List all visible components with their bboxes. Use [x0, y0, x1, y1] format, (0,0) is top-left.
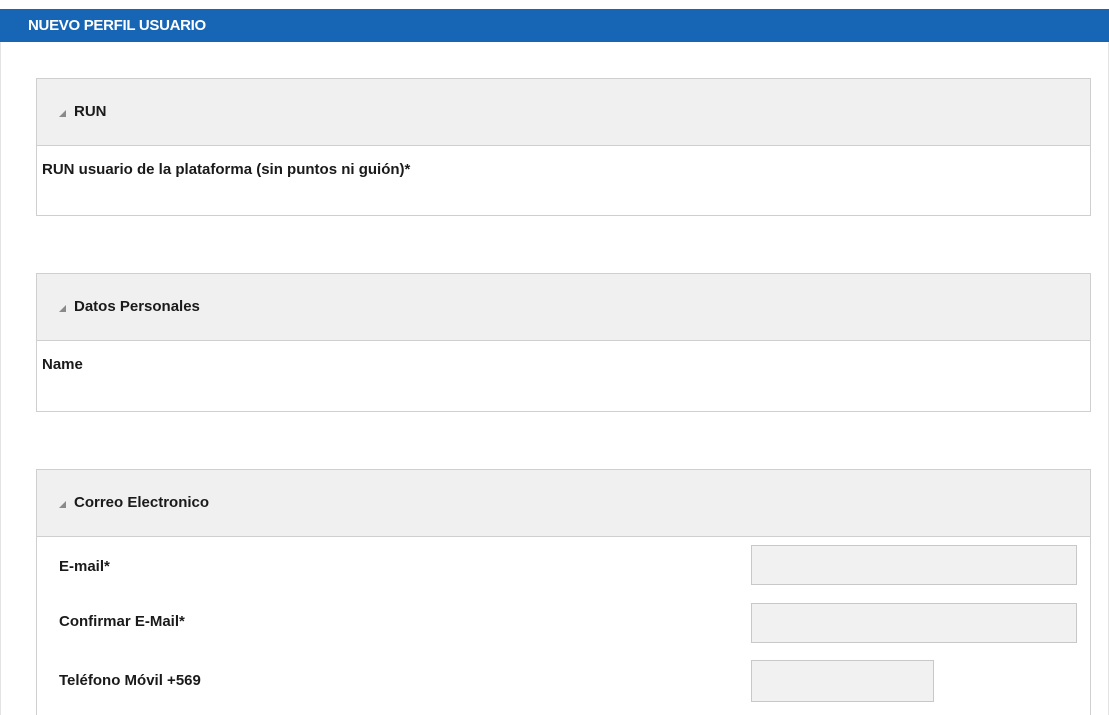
confirm-email-label: Confirmar E-Mail*: [59, 613, 185, 630]
collapse-triangle-icon: [59, 304, 66, 312]
run-field-label: RUN usuario de la plataforma (sin puntos…: [42, 161, 411, 178]
mobile-phone-field[interactable]: [751, 660, 934, 702]
collapse-triangle-icon: [59, 109, 66, 117]
section-correo-electronico-header[interactable]: Correo Electronico: [37, 470, 1090, 537]
section-datos-personales-title-text: Datos Personales: [74, 298, 200, 315]
email-label: E-mail*: [59, 558, 110, 575]
collapse-triangle-icon: [59, 500, 66, 508]
section-correo-electronico-title: Correo Electronico: [59, 494, 209, 512]
section-run-title-text: RUN: [74, 103, 107, 120]
section-correo-electronico: Correo Electronico E-mail* Confirmar E-M…: [36, 469, 1091, 715]
section-datos-personales-title: Datos Personales: [59, 298, 200, 316]
section-run-title: RUN: [59, 103, 107, 121]
page-title: NUEVO PERFIL USUARIO: [28, 17, 206, 34]
section-run-header[interactable]: RUN: [37, 79, 1090, 146]
page-header: NUEVO PERFIL USUARIO: [0, 9, 1109, 42]
section-run: RUN RUN usuario de la plataforma (sin pu…: [36, 78, 1091, 216]
name-field-label: Name: [42, 356, 83, 373]
confirm-email-field[interactable]: [751, 603, 1077, 643]
section-datos-personales-header[interactable]: Datos Personales: [37, 274, 1090, 341]
section-correo-electronico-title-text: Correo Electronico: [74, 494, 210, 511]
email-field[interactable]: [751, 545, 1077, 585]
mobile-phone-label: Teléfono Móvil +569: [59, 672, 201, 689]
section-datos-personales: Datos Personales Name: [36, 273, 1091, 412]
